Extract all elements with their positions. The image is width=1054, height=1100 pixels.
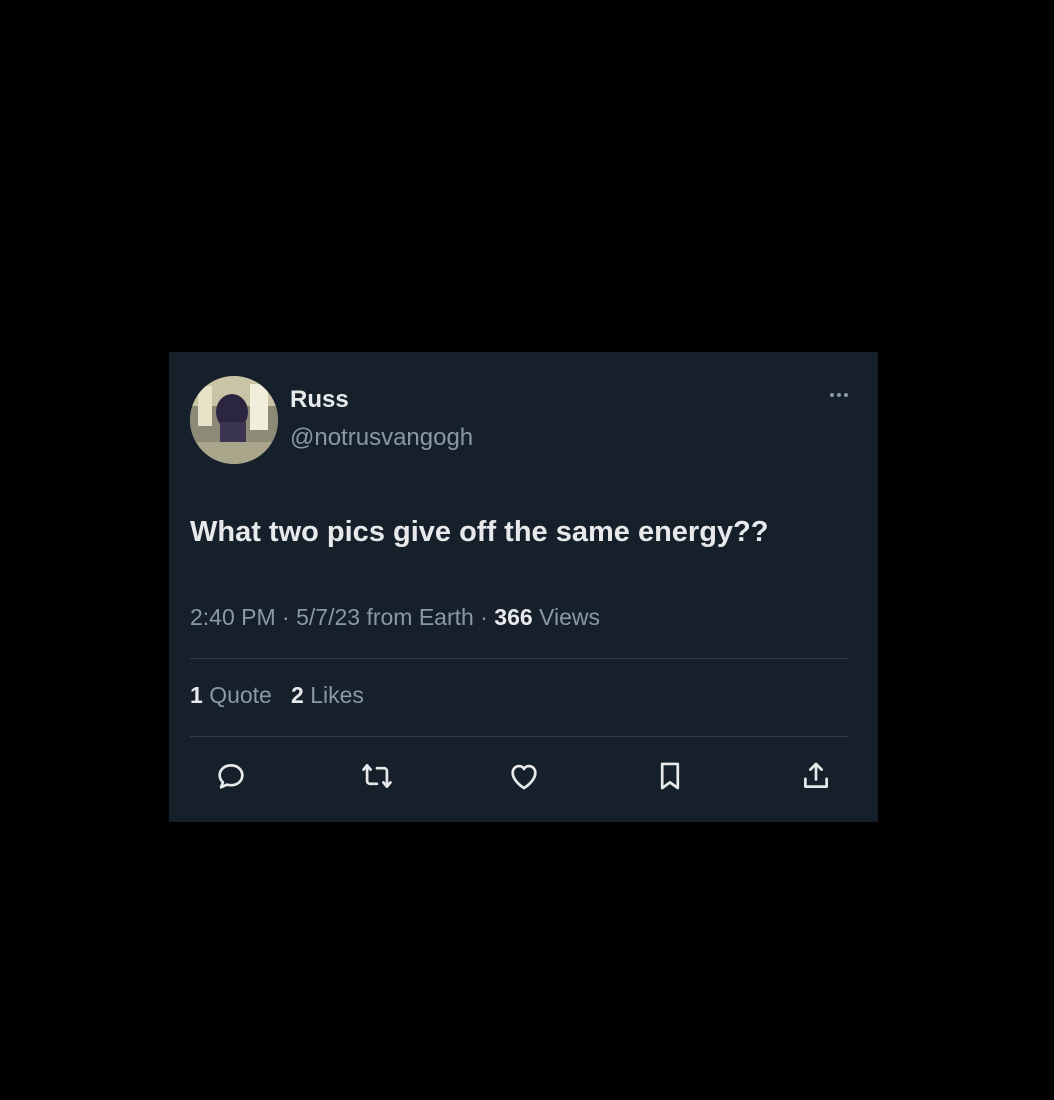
separator-dot: · [282, 604, 297, 630]
views-count: 366 [494, 604, 533, 630]
bookmark-button[interactable] [648, 754, 692, 798]
avatar-image [190, 376, 278, 464]
user-handle[interactable]: @notrusvangogh [290, 424, 473, 452]
tweet-card: Russ @notrusvangogh What two pics give o… [169, 352, 878, 822]
like-button[interactable] [502, 754, 546, 798]
share-button[interactable] [794, 754, 838, 798]
retweet-button[interactable] [355, 754, 399, 798]
divider [190, 736, 848, 737]
reply-icon [218, 764, 244, 789]
tweet-metadata: 2:40 PM · 5/7/23 from Earth · 366 Views [190, 604, 600, 631]
avatar[interactable] [190, 376, 278, 464]
views-label: Views [539, 604, 600, 630]
quotes-count: 1 [190, 682, 203, 708]
like-icon [510, 764, 537, 790]
quotes-label: Quote [209, 682, 272, 708]
tweet-text: What two pics give off the same energy?? [190, 516, 769, 548]
quotes-stat[interactable]: 1 Quote [190, 682, 278, 708]
tweet-date[interactable]: 5/7/23 [296, 604, 360, 630]
engagement-stats: 1 Quote 2 Likes [190, 682, 364, 709]
action-bar [209, 752, 838, 800]
more-options-icon[interactable] [824, 388, 854, 402]
retweet-icon [362, 764, 393, 788]
display-name[interactable]: Russ [290, 386, 349, 414]
likes-count: 2 [291, 682, 304, 708]
likes-label: Likes [310, 682, 364, 708]
bookmark-icon [660, 762, 679, 790]
divider [190, 658, 848, 659]
likes-stat[interactable]: 2 Likes [291, 682, 364, 708]
share-icon [804, 762, 828, 788]
separator-dot: · [480, 604, 495, 630]
reply-button[interactable] [209, 754, 253, 798]
tweet-time[interactable]: 2:40 PM [190, 604, 276, 630]
tweet-source: from Earth [366, 604, 474, 630]
